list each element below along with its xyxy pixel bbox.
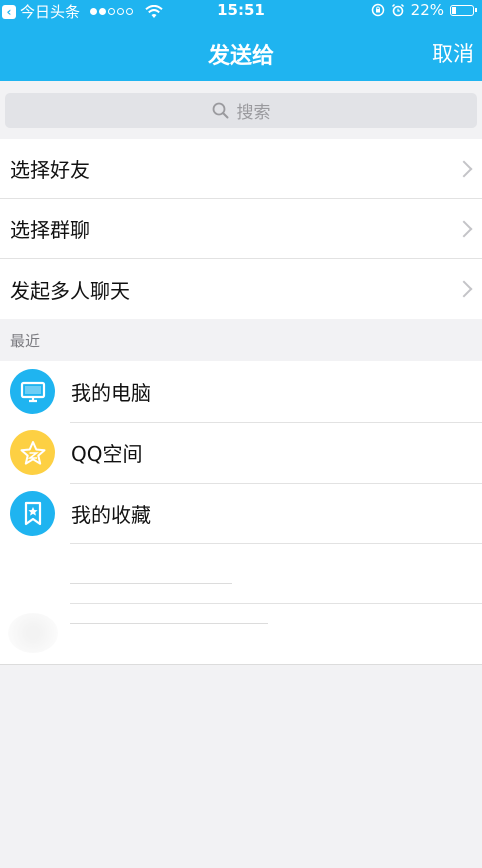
recent-item-qzone[interactable]: QQ空间 — [0, 422, 482, 483]
search-input[interactable]: 搜索 — [5, 93, 477, 128]
menu-item-label: 选择群聊 — [10, 218, 90, 242]
blurred-line — [70, 583, 232, 584]
menu-item-label: 选择好友 — [10, 158, 90, 182]
divider — [70, 603, 482, 604]
page-title: 发送给 — [207, 44, 274, 69]
select-groups-item[interactable]: 选择群聊 — [0, 199, 482, 259]
rotation-lock-icon — [371, 3, 384, 17]
search-area: 搜索 — [0, 81, 482, 137]
select-friends-item[interactable]: 选择好友 — [0, 139, 482, 199]
chevron-right-icon — [455, 160, 473, 177]
bookmark-icon — [10, 491, 55, 536]
battery-percent: 22% — [410, 1, 444, 19]
recent-item-favorites[interactable]: 我的收藏 — [0, 483, 482, 544]
battery-level — [452, 6, 456, 14]
search-icon — [212, 102, 228, 119]
alarm-icon — [391, 3, 404, 17]
recent-item-label: 我的收藏 — [71, 503, 151, 527]
blurred-avatar — [8, 613, 58, 653]
start-group-chat-item[interactable]: 发起多人聊天 — [0, 259, 482, 319]
computer-icon — [10, 369, 55, 414]
recent-section-header: 最近 — [0, 321, 482, 361]
star-icon — [10, 430, 55, 475]
divider — [70, 543, 482, 544]
cancel-button[interactable]: 取消 — [432, 38, 474, 68]
send-options-menu: 选择好友 选择群聊 发起多人聊天 — [0, 139, 482, 319]
chevron-right-icon — [455, 220, 473, 237]
blurred-line — [70, 623, 268, 624]
recent-list: 我的电脑 QQ空间 我的收藏 — [0, 361, 482, 665]
status-bar: ‹ 今日头条 15:51 22% — [0, 0, 482, 22]
battery-icon — [450, 4, 477, 16]
recent-item-label: QQ空间 — [71, 442, 143, 466]
search-placeholder: 搜索 — [236, 103, 271, 123]
app-header: ‹ 今日头条 15:51 22% 发送给 取消 — [0, 0, 482, 81]
status-right: 22% — [371, 1, 477, 19]
menu-item-label: 发起多人聊天 — [10, 278, 130, 303]
recent-item-label: 我的电脑 — [71, 381, 151, 405]
chevron-right-icon — [455, 280, 473, 298]
recent-item-my-computer[interactable]: 我的电脑 — [0, 361, 482, 422]
